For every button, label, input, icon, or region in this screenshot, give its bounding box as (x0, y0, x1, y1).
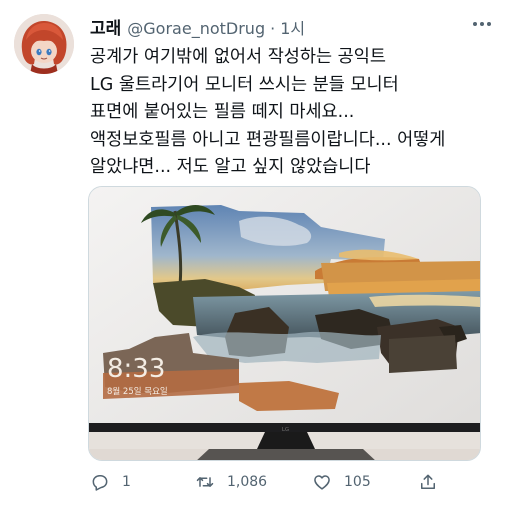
like-count: 105 (344, 474, 371, 490)
like-icon (314, 475, 330, 490)
reply-button[interactable]: 1 (90, 470, 131, 494)
tweet-header: 고래 @Gorae_notDrug · 1시 (90, 14, 305, 39)
tweet-text-line: LG 울트라기어 모니터 쓰시는 분들 모니터 (90, 74, 399, 95)
reply-icon (92, 475, 108, 491)
tweet-text-line: 액정보호필름 아니고 편광필름이랍니다... 어떻게 (90, 129, 446, 150)
avatar-image (14, 14, 74, 74)
lockscreen-date: 8월 25일 목요일 (107, 386, 168, 397)
author-handle[interactable]: @Gorae_notDrug (127, 19, 265, 38)
share-icon (421, 474, 435, 489)
tweet-time[interactable]: 1시 (280, 15, 305, 39)
tweet-photo[interactable]: 8:33 8월 25일 목요일 LG (88, 186, 481, 461)
tweet-actions: 1 1,086 105 (90, 470, 490, 494)
separator-dot: · (270, 19, 276, 38)
more-button[interactable] (470, 14, 494, 34)
tweet-text: 공계가 여기밖에 없어서 작성하는 공익트 LG 울트라기어 모니터 쓰시는 분… (90, 44, 490, 182)
lockscreen-clock: 8:33 (107, 354, 165, 384)
reply-count: 1 (122, 474, 131, 490)
like-button[interactable]: 105 (312, 470, 371, 494)
author-name[interactable]: 고래 (90, 14, 121, 39)
tweet: 고래 @Gorae_notDrug · 1시 공계가 여기밖에 없어서 작성하는… (0, 0, 508, 529)
retweet-icon (196, 477, 214, 487)
avatar[interactable] (14, 14, 74, 74)
more-icon (473, 22, 491, 26)
retweet-count: 1,086 (227, 474, 268, 490)
tweet-text-line: 알았냐면... 저도 알고 싶지 않았습니다 (90, 157, 371, 177)
retweet-button[interactable]: 1,086 (195, 470, 267, 494)
share-button[interactable] (418, 470, 438, 494)
tweet-text-line: 공계가 여기밖에 없어서 작성하는 공익트 (90, 47, 386, 67)
tweet-text-line: 표면에 붙어있는 필름 떼지 마세요... (90, 102, 355, 122)
monitor-photo: 8:33 8월 25일 목요일 LG (89, 187, 480, 460)
